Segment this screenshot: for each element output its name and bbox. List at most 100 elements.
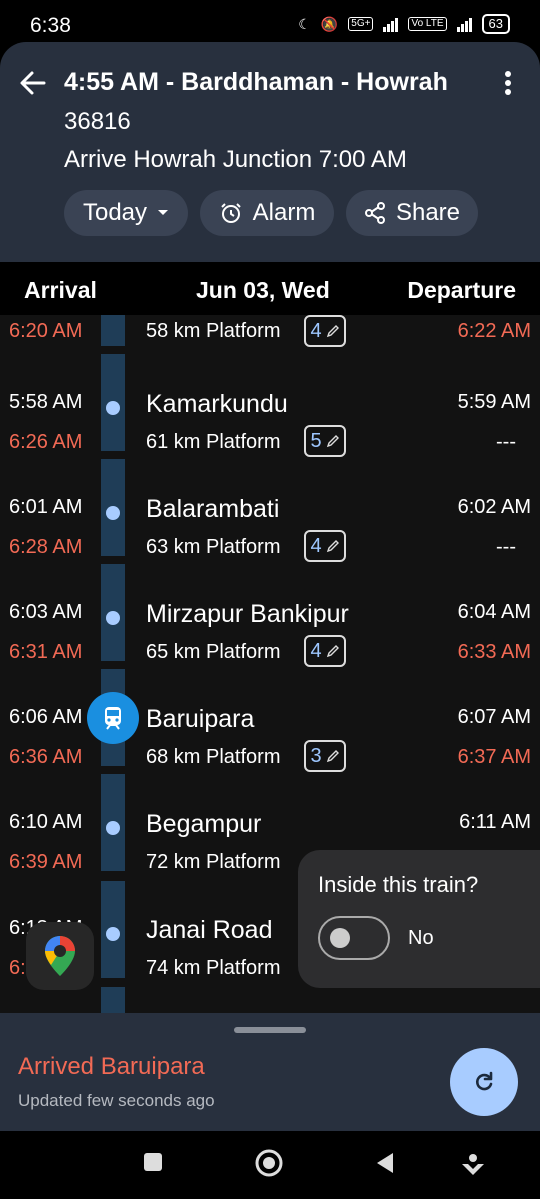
system-nav-bar — [0, 1131, 540, 1199]
toggle-label: No — [408, 927, 434, 949]
volte-badge: Vo LTE — [408, 17, 447, 31]
station-name: Baruipara — [146, 705, 255, 733]
train-header: 4:55 AM - Barddhaman - Howrah 36816 Arri… — [0, 42, 540, 262]
departure-header: Departure — [407, 277, 516, 303]
distance-platform: 58 km Platform — [146, 320, 281, 342]
mute-icon: 🔕 — [320, 15, 339, 32]
refresh-button[interactable] — [450, 1048, 518, 1116]
back-button[interactable] — [16, 66, 50, 100]
arrival-scheduled: 6:01 AM — [9, 496, 83, 518]
edit-icon — [326, 325, 339, 338]
station-row[interactable]: 5:58 AM 6:26 AM Kamarkundu 61 km Platfor… — [0, 385, 540, 490]
station-name: Begampur — [146, 810, 262, 838]
toggle-knob — [330, 928, 350, 948]
arrival-actual: 6:36 AM — [9, 746, 83, 768]
assistant-icon[interactable] — [460, 1151, 486, 1177]
share-label: Share — [395, 199, 461, 226]
more-menu-button[interactable] — [496, 68, 520, 98]
home-icon[interactable] — [255, 1149, 283, 1177]
date-header: Jun 03, Wed — [196, 277, 330, 303]
alarm-chip[interactable]: Alarm — [200, 190, 334, 236]
distance-platform: 72 km Platform — [146, 851, 281, 873]
train-icon — [105, 707, 121, 730]
station-name: Janai Road — [146, 916, 273, 944]
inside-train-toggle[interactable] — [318, 916, 390, 960]
station-row[interactable]: 6:03 AM 6:31 AM Mirzapur Bankipur 65 km … — [0, 595, 540, 700]
page-title: 4:55 AM - Barddhaman - Howrah — [64, 68, 448, 96]
arrival-scheduled: 6:06 AM — [9, 706, 83, 728]
station-row[interactable]: 6:01 AM 6:28 AM Balarambati 63 km Platfo… — [0, 490, 540, 595]
distance-platform: 68 km Platform — [146, 746, 281, 768]
departure-scheduled: 6:11 AM — [459, 811, 531, 833]
departure-scheduled: 6:04 AM — [457, 601, 531, 623]
station-dot — [106, 611, 120, 625]
distance-platform: 61 km Platform — [146, 431, 281, 453]
departure-actual: --- — [496, 536, 516, 558]
station-row-current[interactable]: 6:06 AM 6:36 AM Baruipara 68 km Platform… — [0, 700, 540, 805]
departure-actual: 6:33 AM — [457, 641, 531, 663]
departure-scheduled: 6:02 AM — [457, 496, 531, 518]
battery-icon: 63 — [481, 14, 510, 34]
status-bar: 6:38 ☾ 🔕 5G+ Vo LTE 63 — [0, 0, 540, 48]
inside-train-popup: Inside this train? No — [298, 850, 540, 988]
drag-handle[interactable] — [234, 1027, 306, 1033]
arrival-info: Arrive Howrah Junction 7:00 AM — [64, 146, 407, 173]
departure-actual: --- — [496, 431, 516, 453]
arrival-actual: 6:20 AM — [9, 320, 83, 342]
arrival-actual: 6:31 AM — [9, 641, 83, 663]
alarm-icon — [220, 203, 241, 223]
distance-platform: 65 km Platform — [146, 641, 281, 663]
recents-icon[interactable] — [142, 1151, 164, 1173]
bottom-sheet[interactable]: Arrived Baruipara Updated few seconds ag… — [0, 1013, 540, 1131]
station-name: Kamarkundu — [146, 390, 288, 418]
arrival-actual: 6:28 AM — [9, 536, 83, 558]
column-header: Arrival Jun 03, Wed Departure — [0, 263, 540, 315]
popup-title: Inside this train? — [318, 872, 479, 897]
departure-actual: 6:22 AM — [457, 320, 531, 342]
edit-icon — [326, 645, 339, 658]
arrow-left-icon — [20, 71, 46, 95]
train-number: 36816 — [64, 108, 131, 135]
station-dot — [106, 927, 120, 941]
arrival-scheduled: 5:58 AM — [9, 391, 83, 413]
map-pin-icon — [45, 936, 75, 976]
refresh-icon — [476, 1071, 493, 1091]
today-chip[interactable]: Today — [64, 190, 188, 236]
arrival-header: Arrival — [24, 277, 97, 303]
arrival-actual: 6:39 AM — [9, 851, 83, 873]
share-chip[interactable]: Share — [346, 190, 478, 236]
platform-badge[interactable]: 4 — [304, 530, 346, 562]
station-row[interactable]: 6:20 AM 58 km Platform 4 6:22 AM — [0, 315, 540, 380]
station-name: Balarambati — [146, 495, 280, 523]
maps-button[interactable] — [26, 922, 94, 990]
signal-icon-2 — [456, 16, 472, 32]
last-updated: Updated few seconds ago — [18, 1091, 215, 1110]
station-dot — [106, 506, 120, 520]
dropdown-icon — [158, 210, 169, 215]
edit-icon — [326, 540, 339, 553]
distance-platform: 63 km Platform — [146, 536, 281, 558]
platform-badge[interactable]: 3 — [304, 740, 346, 772]
signal-icon — [383, 16, 399, 32]
edit-icon — [326, 435, 339, 448]
share-icon — [364, 202, 385, 224]
station-dot — [106, 401, 120, 415]
arrival-scheduled: 6:10 AM — [9, 811, 83, 833]
platform-badge[interactable]: 4 — [304, 635, 346, 667]
train-position-marker — [87, 692, 139, 744]
departure-scheduled: 5:59 AM — [457, 391, 531, 413]
alarm-label: Alarm — [252, 199, 316, 226]
edit-icon — [326, 750, 339, 763]
platform-badge[interactable]: 4 — [304, 315, 346, 347]
distance-platform: 74 km Platform — [146, 957, 281, 979]
status-icons: ☾ 🔕 5G+ Vo LTE 63 — [298, 14, 510, 34]
clock: 6:38 — [30, 14, 71, 37]
departure-actual: 6:37 AM — [457, 746, 531, 768]
back-nav-icon[interactable] — [373, 1151, 397, 1175]
arrival-scheduled: 6:03 AM — [9, 601, 83, 623]
network-badge: 5G+ — [348, 17, 374, 31]
station-name: Mirzapur Bankipur — [146, 600, 349, 628]
platform-badge[interactable]: 5 — [304, 425, 346, 457]
more-vert-icon — [505, 71, 511, 95]
station-dot — [106, 821, 120, 835]
